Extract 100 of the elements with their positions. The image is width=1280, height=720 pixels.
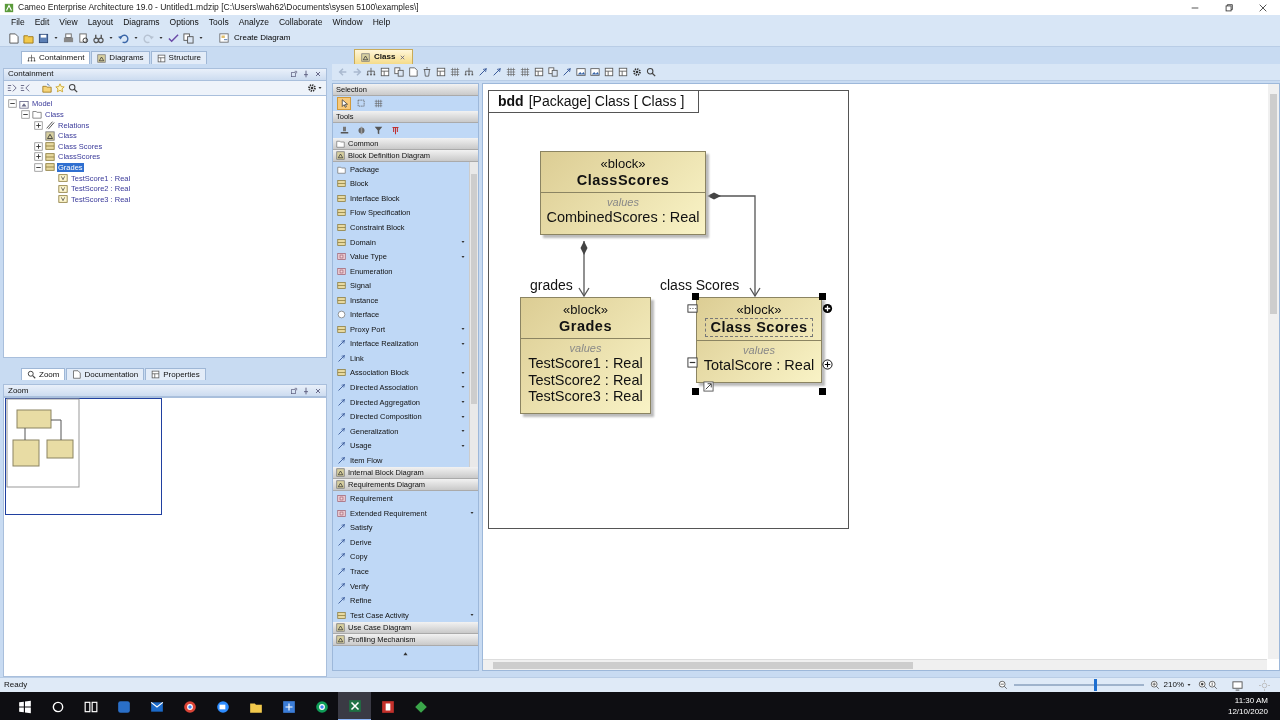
- layout-icon[interactable]: [604, 67, 614, 77]
- trash-icon[interactable]: [422, 67, 432, 77]
- task-view-icon[interactable]: [83, 699, 98, 714]
- tool-button[interactable]: [337, 97, 351, 110]
- app-icon[interactable]: [281, 699, 296, 714]
- zoom-fit-icon[interactable]: [1198, 680, 1208, 690]
- check-icon[interactable]: [168, 32, 179, 44]
- composition-connector[interactable]: [578, 240, 590, 298]
- close-icon[interactable]: [314, 386, 322, 395]
- search-icon[interactable]: [50, 699, 65, 714]
- menu-item[interactable]: Edit: [29, 16, 55, 29]
- zoom-out-icon[interactable]: [997, 680, 1008, 690]
- menu-item[interactable]: File: [6, 16, 30, 29]
- settings-icon[interactable]: [307, 82, 317, 93]
- close-icon[interactable]: [1258, 2, 1268, 13]
- caret-icon[interactable]: [460, 413, 466, 420]
- pin-icon[interactable]: [302, 386, 310, 395]
- layout-icon[interactable]: [380, 67, 390, 77]
- caret-icon[interactable]: [460, 253, 466, 260]
- undo-icon[interactable]: [118, 32, 129, 44]
- grid-icon[interactable]: [506, 67, 516, 77]
- close-icon[interactable]: [399, 53, 407, 61]
- spreadsheet-icon[interactable]: [347, 698, 362, 713]
- copy-icon[interactable]: [548, 67, 558, 77]
- search-icon[interactable]: [646, 67, 656, 77]
- new-file-icon[interactable]: [408, 67, 418, 77]
- tree-toggle[interactable]: [21, 109, 30, 119]
- image-icon[interactable]: [576, 67, 586, 77]
- menu-item[interactable]: Help: [367, 16, 396, 29]
- caret-icon[interactable]: [460, 369, 466, 376]
- printer-icon[interactable]: [63, 32, 74, 44]
- block-node[interactable]: «block» Class Scores values TotalScore : Real: [696, 297, 822, 383]
- collapse-tree-icon[interactable]: [20, 82, 30, 93]
- caret-icon[interactable]: [198, 35, 204, 41]
- panel-tab[interactable]: Diagrams: [91, 51, 150, 64]
- layout-icon[interactable]: [618, 67, 628, 77]
- mail-icon[interactable]: [149, 699, 164, 714]
- browser-icon[interactable]: [314, 699, 329, 714]
- plus-circle-icon[interactable]: [822, 303, 833, 314]
- block-node[interactable]: «block» ClassScores values CombinedScores : Real: [540, 151, 706, 235]
- star-icon[interactable]: [55, 82, 65, 93]
- caret-icon[interactable]: [460, 399, 466, 405]
- ellipsis-icon[interactable]: [687, 303, 698, 314]
- panel-tab[interactable]: Zoom: [21, 367, 66, 381]
- close-icon[interactable]: [314, 70, 322, 79]
- menu-item[interactable]: View: [54, 16, 83, 29]
- resize-handle[interactable]: [692, 388, 699, 395]
- windows-logo-icon[interactable]: [17, 699, 32, 714]
- scrollbar[interactable]: [1268, 84, 1279, 659]
- maximize-icon[interactable]: [1224, 2, 1234, 13]
- caret-icon[interactable]: [108, 35, 114, 41]
- copy-icon[interactable]: [183, 32, 194, 44]
- new-file-icon[interactable]: [8, 32, 19, 44]
- menu-item[interactable]: Collaborate: [273, 16, 328, 29]
- create-diagram-button[interactable]: Create Diagram: [214, 32, 294, 44]
- panel-tab[interactable]: Containment: [21, 51, 91, 64]
- document-icon[interactable]: [380, 699, 395, 714]
- caret-icon[interactable]: [1186, 682, 1192, 688]
- caret-icon[interactable]: [133, 35, 139, 41]
- app-icon[interactable]: [413, 699, 428, 714]
- relationship-icon[interactable]: [562, 67, 572, 77]
- caret-icon[interactable]: [317, 84, 323, 91]
- menu-item[interactable]: Tools: [203, 16, 234, 29]
- tree-toggle[interactable]: [34, 120, 43, 130]
- copy-icon[interactable]: [394, 67, 404, 77]
- panel-tab[interactable]: Properties: [145, 367, 206, 381]
- menu-item[interactable]: Diagrams: [118, 16, 165, 29]
- hierarchy-icon[interactable]: [366, 67, 376, 77]
- grid-icon[interactable]: [450, 67, 460, 77]
- tree-toggle[interactable]: [34, 152, 43, 162]
- settings-icon[interactable]: [632, 67, 642, 77]
- tree-toggle[interactable]: [8, 99, 17, 109]
- image-icon[interactable]: [590, 67, 600, 77]
- zoom-actual-icon[interactable]: [1208, 680, 1218, 690]
- scroll-up-icon[interactable]: [402, 650, 409, 656]
- monitor-icon[interactable]: [1232, 679, 1243, 691]
- slider-thumb[interactable]: [1094, 679, 1098, 691]
- diagram-tab[interactable]: Class: [354, 49, 414, 64]
- camera-icon[interactable]: [215, 699, 230, 714]
- binoculars-icon[interactable]: [93, 32, 104, 44]
- expand-tree-icon[interactable]: [7, 82, 17, 93]
- preview-icon[interactable]: [78, 32, 89, 44]
- plus-circle-icon[interactable]: [822, 359, 833, 370]
- float-icon[interactable]: [290, 386, 298, 395]
- scrollbar[interactable]: [469, 162, 478, 468]
- save-icon[interactable]: [38, 32, 49, 44]
- panel-tab[interactable]: Documentation: [66, 367, 145, 381]
- menu-item[interactable]: Analyze: [233, 16, 274, 29]
- tree-toggle[interactable]: [34, 141, 43, 151]
- caret-icon[interactable]: [158, 35, 164, 41]
- float-icon[interactable]: [290, 70, 298, 79]
- panel-tab[interactable]: Structure: [150, 51, 208, 64]
- pin-icon[interactable]: [302, 70, 310, 79]
- search-icon[interactable]: [68, 82, 78, 93]
- zoom-in-icon[interactable]: [1149, 680, 1160, 690]
- scrollbar[interactable]: [483, 659, 1267, 670]
- block-node[interactable]: «block» Grades values TestScore1 : Real TestScore2 : Real TestScore3 : Real: [520, 297, 651, 414]
- tree-toggle[interactable]: [34, 162, 43, 172]
- caret-icon[interactable]: [53, 35, 59, 41]
- layout-icon[interactable]: [436, 67, 446, 77]
